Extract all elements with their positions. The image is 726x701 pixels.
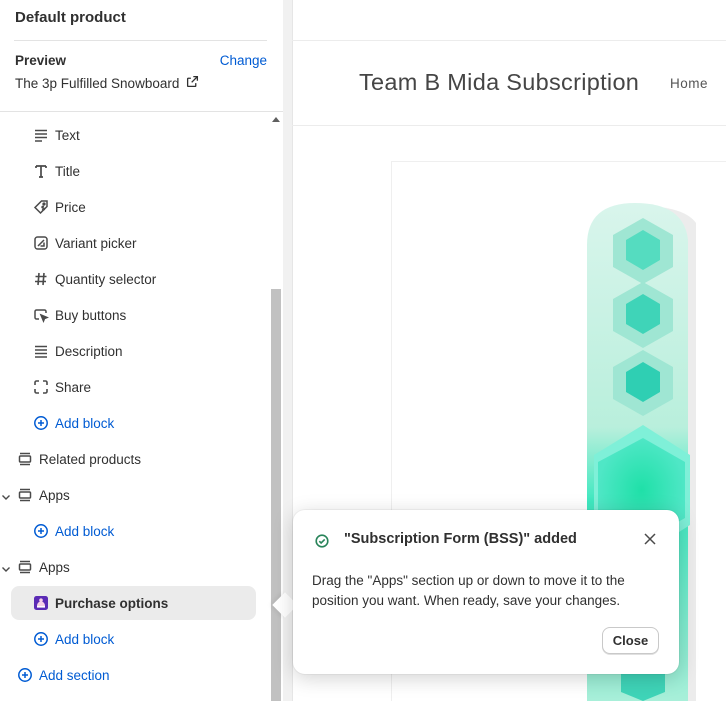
block-label: Price: [55, 199, 86, 215]
add-block-button[interactable]: Add block: [0, 406, 266, 440]
block-label: Variant picker: [55, 235, 137, 251]
check-circle-icon: [315, 534, 329, 548]
popover-message: Drag the "Apps" section up or down to mo…: [312, 573, 625, 608]
block-item-quantity-selector[interactable]: Quantity selector: [0, 262, 266, 296]
price-tag-icon: [33, 199, 49, 215]
divider: [292, 125, 726, 126]
block-label: Share: [55, 379, 92, 395]
plus-circle-icon: [33, 631, 49, 647]
external-link-icon[interactable]: [186, 75, 199, 91]
divider: [0, 111, 283, 112]
block-label: Quantity selector: [55, 271, 157, 287]
block-item-text[interactable]: Text: [0, 118, 266, 152]
plus-circle-icon: [33, 523, 49, 539]
plus-circle-icon: [17, 667, 33, 683]
block-item-description[interactable]: Description: [0, 334, 266, 368]
section-label: Apps: [39, 559, 70, 575]
section-label: Apps: [39, 487, 70, 503]
preview-product-name: The 3p Fulfilled Snowboard: [15, 75, 180, 91]
cursor-click-icon: [33, 307, 49, 323]
scrollbar-thumb[interactable]: [271, 289, 281, 701]
preview-label: Preview: [15, 53, 67, 68]
divider: [292, 40, 726, 41]
add-section-label: Add section: [39, 667, 110, 683]
block-item-share[interactable]: Share: [0, 370, 266, 404]
app-logo-icon: [33, 595, 49, 611]
block-label: Title: [55, 163, 81, 179]
block-label: Purchase options: [55, 595, 169, 611]
title-icon: [33, 163, 49, 179]
hashtag-icon: [33, 271, 49, 287]
add-block-label: Add block: [55, 631, 115, 647]
variant-picker-icon: [33, 235, 49, 251]
section-label: Related products: [39, 451, 142, 467]
add-block-label: Add block: [55, 523, 115, 539]
preview-product[interactable]: The 3p Fulfilled Snowboard: [15, 75, 199, 91]
section-icon: [17, 487, 33, 503]
close-icon[interactable]: [643, 532, 657, 546]
divider: [14, 40, 267, 41]
block-label: Description: [55, 343, 123, 359]
nav-link-home[interactable]: Home: [670, 76, 708, 91]
template-title: Default product: [15, 9, 126, 26]
block-item-price[interactable]: Price: [0, 190, 266, 224]
share-icon: [33, 379, 49, 395]
text-icon: [33, 127, 49, 143]
block-label: Text: [55, 127, 80, 143]
store-name[interactable]: Team B Mida Subscription: [359, 69, 639, 96]
chevron-down-icon[interactable]: [1, 562, 11, 572]
block-item-buy-buttons[interactable]: Buy buttons: [0, 298, 266, 332]
add-block-button[interactable]: Add block: [0, 514, 266, 548]
block-item-purchase-options[interactable]: Purchase options: [11, 586, 256, 620]
block-item-variant-picker[interactable]: Variant picker: [0, 226, 266, 260]
section-item-apps-1[interactable]: Apps: [0, 478, 266, 512]
section-icon: [17, 451, 33, 467]
section-item-apps-2[interactable]: Apps: [0, 550, 266, 584]
change-preview-link[interactable]: Change: [220, 53, 267, 68]
section-item-related-products[interactable]: Related products: [0, 442, 266, 476]
text-lines-icon: [33, 343, 49, 359]
add-block-button[interactable]: Add block: [0, 622, 266, 656]
popover-title: "Subscription Form (BSS)" added: [344, 531, 577, 547]
block-label: Buy buttons: [55, 307, 127, 323]
add-block-label: Add block: [55, 415, 115, 431]
scroll-up-arrow-icon[interactable]: [272, 117, 280, 122]
section-icon: [17, 559, 33, 575]
app-added-popover: "Subscription Form (BSS)" added Drag the…: [293, 510, 679, 674]
close-button[interactable]: Close: [602, 627, 659, 654]
plus-circle-icon: [33, 415, 49, 431]
chevron-down-icon[interactable]: [1, 490, 11, 500]
add-section-button[interactable]: Add section: [0, 658, 266, 692]
block-item-title[interactable]: Title: [0, 154, 266, 188]
